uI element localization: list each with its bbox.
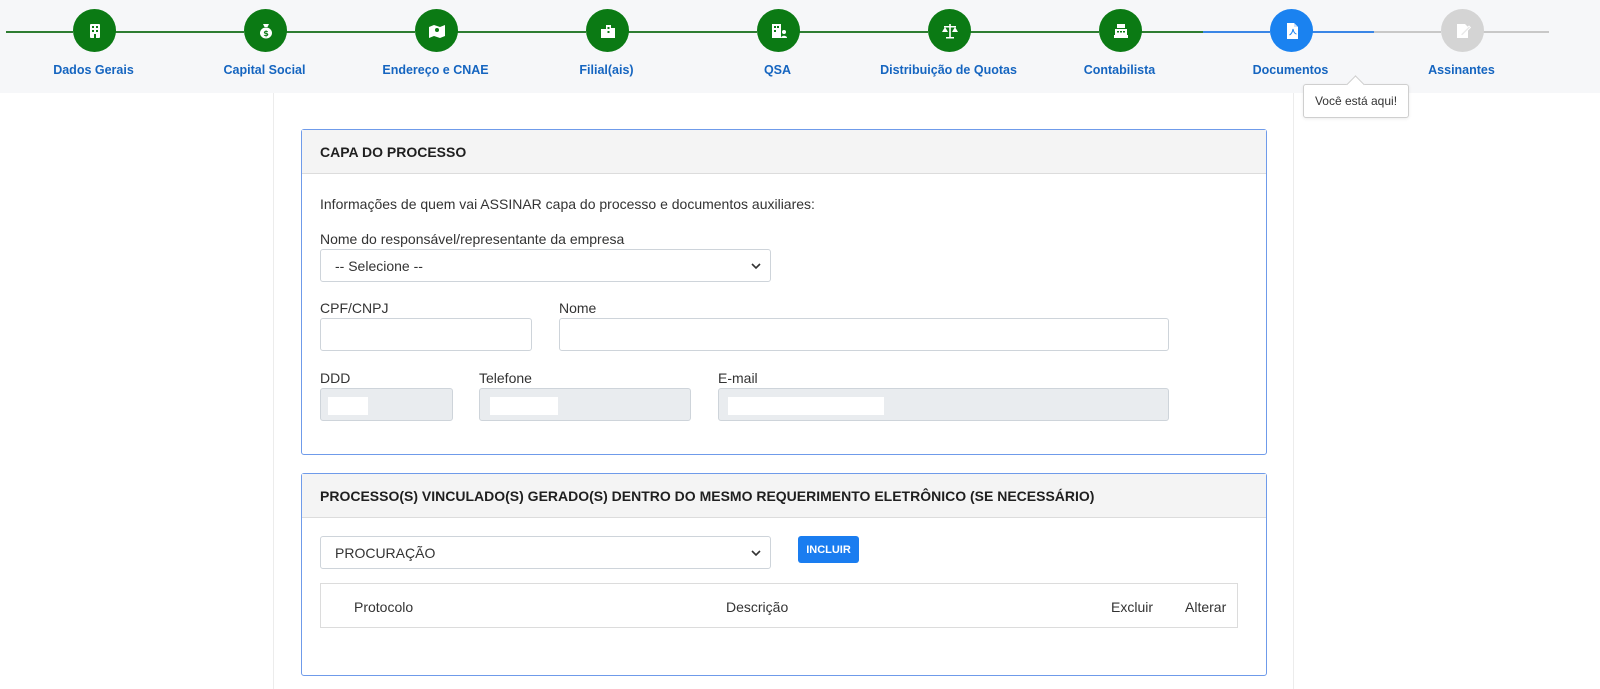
ddd-input[interactable] bbox=[320, 388, 453, 421]
step-connector bbox=[969, 31, 1036, 33]
building-user-icon bbox=[757, 9, 800, 52]
cpf-cnpj-label: CPF/CNPJ bbox=[320, 300, 389, 316]
nome-label: Nome bbox=[559, 300, 597, 316]
incluir-button[interactable]: INCLUIR bbox=[798, 536, 859, 563]
telefone-label: Telefone bbox=[479, 370, 532, 386]
step-connector bbox=[1140, 31, 1207, 33]
step-connector bbox=[1203, 31, 1270, 33]
city-icon bbox=[586, 9, 629, 52]
card-title: PROCESSO(S) VINCULADO(S) GERADO(S) DENTR… bbox=[302, 474, 1266, 518]
step-connector bbox=[1482, 31, 1549, 33]
responsavel-select-value: -- Selecione -- bbox=[335, 257, 423, 274]
pdf-file-icon bbox=[1270, 9, 1313, 52]
cpf-cnpj-input[interactable] bbox=[320, 318, 532, 351]
processos-vinculados-card: PROCESSO(S) VINCULADO(S) GERADO(S) DENTR… bbox=[301, 473, 1267, 676]
telefone-input[interactable] bbox=[479, 388, 691, 421]
step-connector bbox=[1032, 31, 1099, 33]
step-connector bbox=[798, 31, 865, 33]
step-filiais[interactable]: Filial(ais) bbox=[519, 0, 694, 93]
signature-icon bbox=[1441, 9, 1484, 52]
step-connector bbox=[627, 31, 694, 33]
step-dados-gerais[interactable]: Dados Gerais bbox=[6, 0, 181, 93]
step-connector bbox=[114, 31, 181, 33]
documento-tipo-select[interactable]: PROCURAÇÃO bbox=[320, 536, 771, 569]
email-label: E-mail bbox=[718, 370, 758, 386]
step-qsa[interactable]: QSA bbox=[690, 0, 865, 93]
step-endereco-cnae[interactable]: Endereço e CNAE bbox=[348, 0, 523, 93]
svg-text:$: $ bbox=[263, 29, 269, 38]
chevron-down-icon bbox=[751, 263, 761, 270]
step-connector bbox=[861, 31, 928, 33]
map-icon bbox=[415, 9, 458, 52]
ddd-label: DDD bbox=[320, 370, 351, 386]
cash-register-icon bbox=[1099, 9, 1142, 52]
step-connector bbox=[1311, 31, 1378, 33]
nome-input[interactable] bbox=[559, 318, 1169, 351]
responsavel-label: Nome do responsável/representante da emp… bbox=[320, 231, 625, 247]
column-header-descricao: Descrição bbox=[726, 599, 789, 615]
step-connector bbox=[456, 31, 523, 33]
card-title: CAPA DO PROCESSO bbox=[302, 130, 1266, 174]
money-bag-icon: $ bbox=[244, 9, 287, 52]
column-header-excluir: Excluir bbox=[1111, 599, 1154, 615]
step-contabilista[interactable]: Contabilista bbox=[1032, 0, 1207, 93]
step-distribuicao-quotas[interactable]: Distribuição de Quotas bbox=[861, 0, 1036, 93]
step-assinantes[interactable]: Assinantes bbox=[1374, 0, 1549, 93]
responsavel-select[interactable]: -- Selecione -- bbox=[320, 249, 771, 282]
step-connector bbox=[348, 31, 415, 33]
processos-table: Protocolo Descrição Excluir Alterar bbox=[320, 583, 1238, 628]
step-connector bbox=[690, 31, 757, 33]
capa-intro-text: Informações de quem vai ASSINAR capa do … bbox=[320, 196, 815, 212]
current-step-tooltip: Você está aqui! bbox=[1303, 84, 1409, 118]
scale-icon bbox=[928, 9, 971, 52]
step-label: Assinantes bbox=[1428, 63, 1495, 77]
step-connector bbox=[519, 31, 586, 33]
column-header-alterar: Alterar bbox=[1185, 599, 1227, 615]
redacted-value bbox=[728, 397, 884, 415]
building-icon bbox=[73, 9, 116, 52]
step-connector bbox=[1374, 31, 1441, 33]
documento-tipo-value: PROCURAÇÃO bbox=[335, 544, 436, 561]
redacted-value bbox=[490, 397, 558, 415]
chevron-down-icon bbox=[751, 550, 761, 557]
step-connector bbox=[285, 31, 352, 33]
step-capital-social[interactable]: $ Capital Social bbox=[177, 0, 352, 93]
column-header-protocolo: Protocolo bbox=[354, 599, 414, 615]
step-connector bbox=[6, 31, 73, 33]
step-connector bbox=[177, 31, 244, 33]
email-input[interactable] bbox=[718, 388, 1169, 421]
redacted-value bbox=[328, 397, 368, 415]
